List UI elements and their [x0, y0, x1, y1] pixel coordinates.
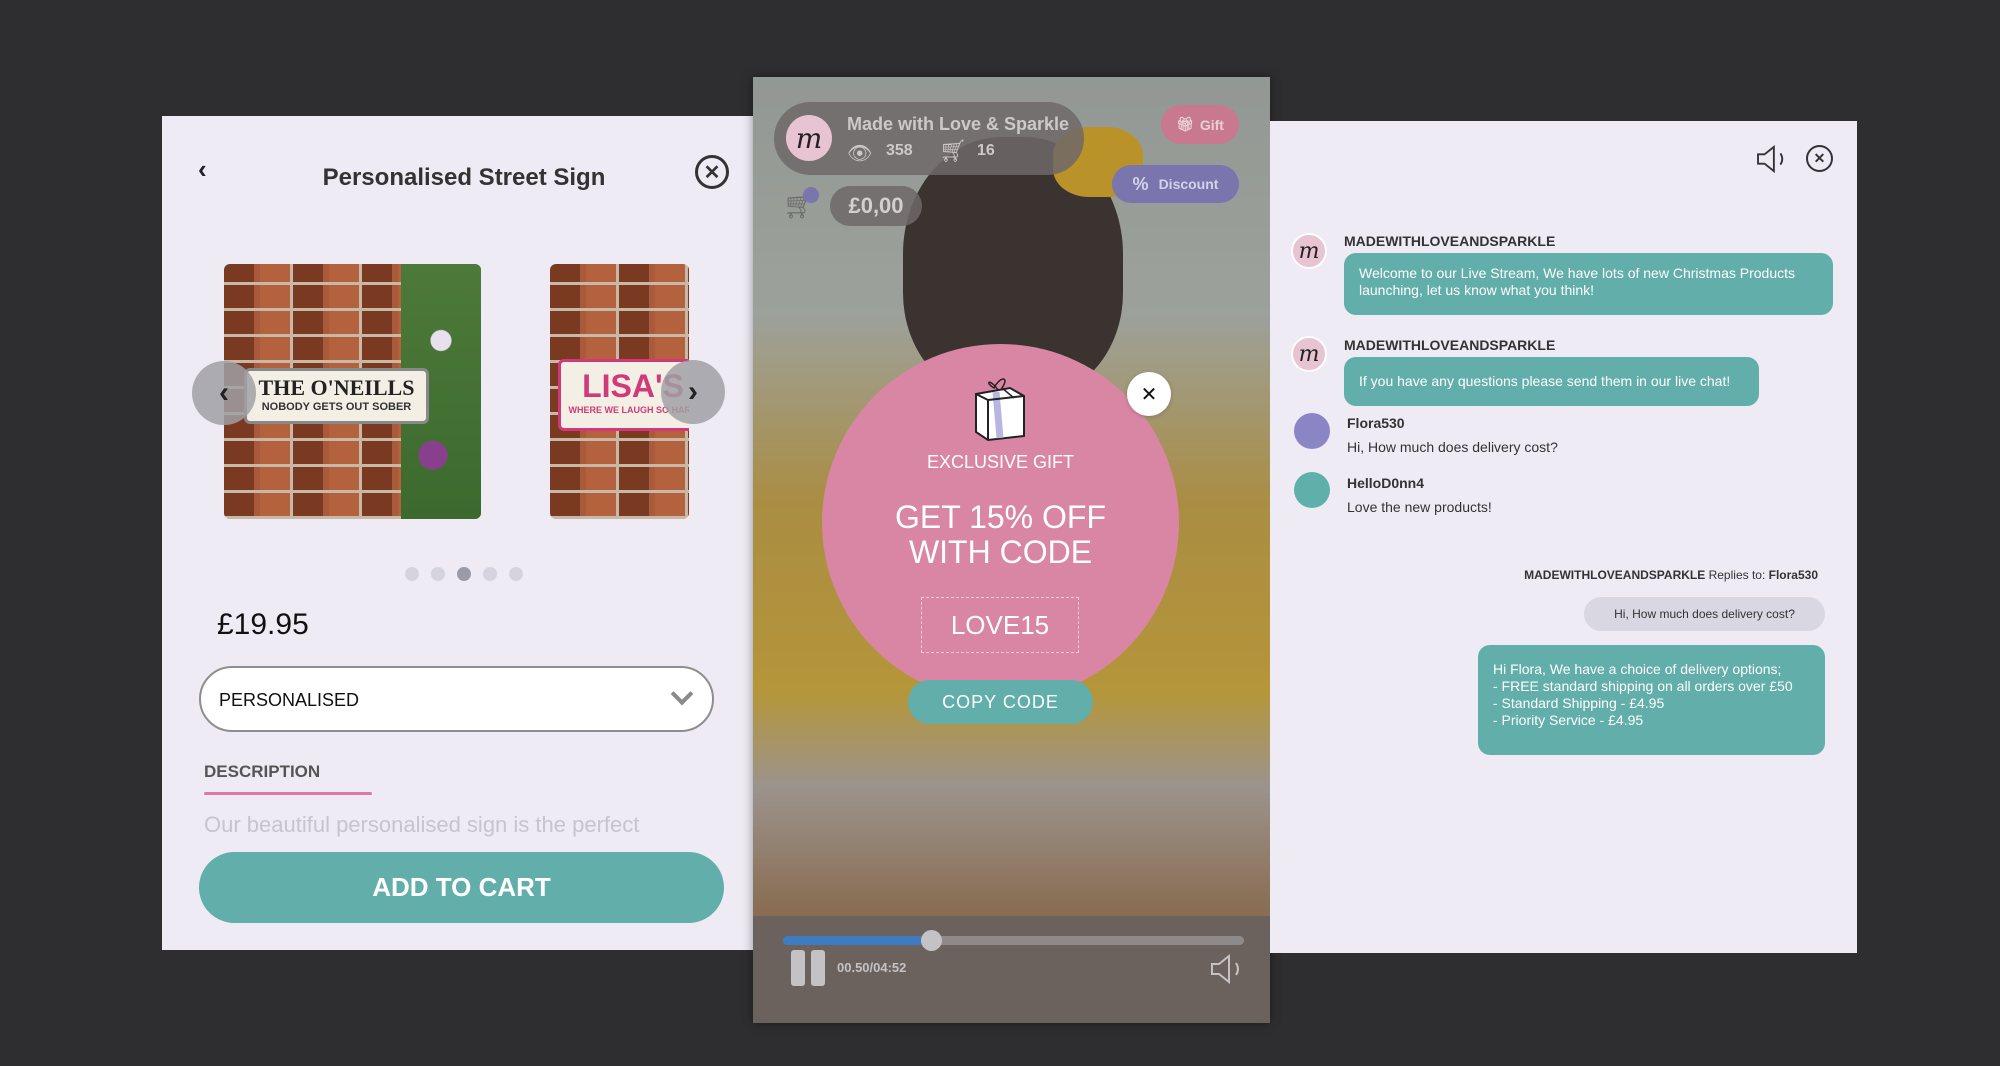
eye-icon: 👁 — [847, 143, 873, 165]
reply-line: - FREE standard shipping on all orders o… — [1493, 678, 1793, 694]
carousel-dot-active[interactable] — [457, 567, 471, 581]
gift-button[interactable]: 🎁︎ Gift — [1161, 105, 1239, 144]
shop-name: Made with Love & Sparkle — [847, 114, 1070, 134]
shop-avatar: m — [786, 115, 832, 161]
gift-icon: 🎁︎ — [1176, 116, 1194, 132]
reply-message: Hi Flora, We have a choice of delivery o… — [1478, 645, 1825, 755]
reply-header: MADEWITHLOVEANDSPARKLE Replies to: Flora… — [1524, 568, 1818, 582]
progress-thumb[interactable] — [920, 930, 942, 951]
pause-button[interactable] — [791, 950, 825, 986]
reply-from: MADEWITHLOVEANDSPARKLE — [1524, 568, 1706, 582]
cart-count: 16 — [977, 142, 995, 159]
progress-track[interactable] — [783, 930, 1244, 951]
speaker-icon[interactable] — [1756, 145, 1788, 173]
time-display: 00.50/04:52 — [837, 960, 907, 975]
pause-icon — [791, 950, 805, 986]
chat-username: MADEWITHLOVEANDSPARKLE — [1344, 233, 1556, 249]
description-underline — [204, 792, 372, 795]
shop-info-pill[interactable]: m Made with Love & Sparkle 👁 358 🛒︎ 16 — [774, 102, 1084, 175]
chat-username: HelloD0nn4 — [1347, 475, 1425, 491]
live-video-panel: m Made with Love & Sparkle 👁 358 🛒︎ 16 🎁… — [753, 77, 1270, 1023]
quoted-message: Hi, How much does delivery cost? — [1584, 597, 1825, 631]
sign-text: THE O'NEILLS — [258, 375, 415, 400]
chevron-right-icon: › — [688, 375, 698, 408]
close-button[interactable]: ✕ — [1806, 145, 1833, 172]
gift-label: Gift — [1199, 116, 1224, 133]
close-button[interactable]: ✕ — [695, 155, 729, 189]
carousel-dot[interactable] — [509, 567, 523, 581]
user-avatar: m — [1291, 336, 1327, 372]
user-avatar — [1294, 413, 1330, 449]
sign-subtext: NOBODY GETS OUT SOBER — [261, 401, 412, 413]
gift-box-icon — [975, 378, 1025, 442]
chat-username: MADEWITHLOVEANDSPARKLE — [1344, 337, 1556, 353]
close-icon: ✕ — [703, 161, 721, 184]
discount-button[interactable]: % Discount — [1112, 165, 1239, 203]
product-panel: ‹ Personalised Street Sign ✕ THE O'NEILL… — [162, 116, 753, 950]
reply-to-user: Flora530 — [1768, 568, 1818, 582]
price: £19.95 — [217, 608, 309, 641]
cart-badge — [803, 187, 819, 203]
chat-message: Hi, How much does delivery cost? — [1347, 439, 1558, 455]
description-label: DESCRIPTION — [204, 762, 321, 781]
option-select[interactable]: PERSONALISED — [199, 666, 714, 732]
chat-panel: ✕ m MADEWITHLOVEANDSPARKLE Welcome to ou… — [1270, 121, 1857, 953]
speaker-icon[interactable] — [1210, 954, 1244, 984]
popup-headline-line: WITH CODE — [908, 534, 1093, 570]
close-icon: ✕ — [1140, 383, 1158, 406]
reply-line: - Standard Shipping - £4.95 — [1493, 695, 1665, 711]
chevron-left-icon: ‹ — [219, 376, 229, 409]
viewer-count: 358 — [886, 142, 913, 159]
close-icon: ✕ — [1813, 150, 1826, 166]
player-controls: 00.50/04:52 — [753, 916, 1270, 1023]
chat-message: Love the new products! — [1347, 499, 1492, 515]
cart-icon: 🛒︎ — [939, 138, 967, 163]
reply-line: Hi Flora, We have a choice of delivery o… — [1493, 661, 1782, 677]
popup-close-button[interactable]: ✕ — [1127, 372, 1171, 416]
carousel-dot[interactable] — [431, 567, 445, 581]
discount-label: Discount — [1158, 176, 1219, 192]
product-image[interactable]: THE O'NEILLS NOBODY GETS OUT SOBER — [224, 264, 481, 519]
add-to-cart-button[interactable]: ADD TO CART — [199, 852, 724, 923]
popup-eyebrow: EXCLUSIVE GIFT — [926, 452, 1075, 472]
chat-message: If you have any questions please send th… — [1344, 357, 1759, 406]
copy-code-button[interactable]: COPY CODE — [908, 680, 1093, 724]
discount-popup: EXCLUSIVE GIFT GET 15% OFF WITH CODE LOV… — [822, 344, 1179, 701]
cart-total[interactable]: £0,00 — [830, 186, 922, 226]
user-avatar — [1294, 472, 1330, 508]
description-text: Our beautiful personalised sign is the p… — [204, 812, 640, 837]
page-title: Personalised Street Sign — [322, 164, 606, 191]
progress-fill — [783, 936, 931, 945]
chat-message: Welcome to our Live Stream, We have lots… — [1344, 253, 1833, 315]
popup-headline: GET 15% OFF WITH CODE — [822, 500, 1179, 570]
percent-icon: % — [1132, 173, 1149, 194]
discount-code[interactable]: LOVE15 — [921, 597, 1079, 653]
carousel-dot[interactable] — [483, 567, 497, 581]
option-selected-value: PERSONALISED — [219, 690, 360, 710]
carousel-dot[interactable] — [405, 567, 419, 581]
user-avatar: m — [1291, 233, 1327, 269]
reply-line: - Priority Service - £4.95 — [1493, 712, 1644, 728]
replies-to-label: Replies to: — [1708, 568, 1766, 582]
chevron-down-icon — [670, 682, 694, 706]
popup-headline-line: GET 15% OFF — [894, 499, 1106, 535]
carousel-prev-button[interactable]: ‹ — [192, 361, 256, 425]
carousel-next-button[interactable]: › — [661, 360, 725, 424]
chat-username: Flora530 — [1347, 415, 1405, 431]
